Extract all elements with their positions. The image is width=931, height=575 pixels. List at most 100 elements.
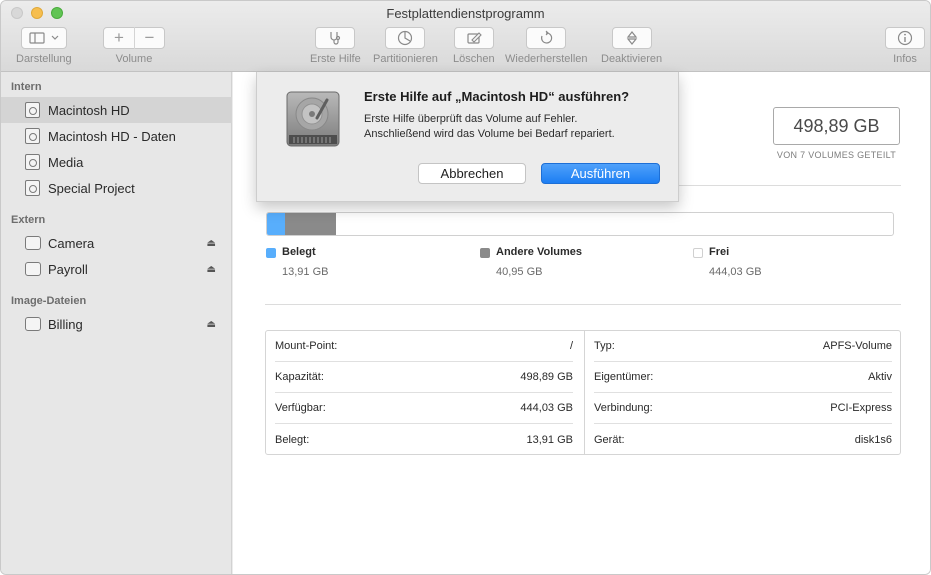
- info-key: Verbindung:: [594, 402, 653, 414]
- sidebar-item-payroll[interactable]: Payroll ⏏: [1, 256, 232, 282]
- usage-other-segment: [284, 213, 336, 235]
- capacity-display: 498,89 GB: [773, 107, 900, 145]
- restore-arrow-icon: [541, 30, 553, 44]
- sidebar-item-label: Payroll: [48, 261, 88, 277]
- info-control: Infos: [885, 27, 925, 65]
- partition-button[interactable]: [385, 27, 426, 49]
- info-icon: [897, 30, 913, 46]
- info-key: Typ:: [594, 340, 615, 352]
- internal-disk-icon: [25, 102, 40, 118]
- hard-drive-icon: [286, 91, 340, 147]
- eject-icon[interactable]: ⏏: [207, 264, 216, 275]
- info-value: APFS-Volume: [822, 340, 892, 352]
- disk-utility-window: Festplattendienstprogramm Darstellung + …: [0, 0, 931, 575]
- legend-used-value: 13,91 GB: [282, 266, 329, 278]
- used-swatch: [266, 248, 276, 258]
- legend-used-name: Belegt: [282, 246, 316, 258]
- add-volume-button[interactable]: +: [104, 27, 134, 49]
- section-image-dateien: Image-Dateien: [11, 295, 87, 307]
- sidebar-item-billing[interactable]: Billing ⏏: [1, 311, 232, 337]
- sidebar-item-label: Media: [48, 154, 84, 170]
- legend-free-name: Frei: [709, 246, 730, 258]
- internal-disk-icon: [25, 154, 40, 170]
- usage-used-segment: [267, 213, 285, 235]
- info-row-owners: Eigentümer: Aktiv: [594, 362, 892, 393]
- sidebar-item-special-project[interactable]: Special Project: [1, 175, 232, 201]
- info-row-device: Gerät: disk1s6: [594, 424, 892, 455]
- unmount-button[interactable]: [611, 27, 652, 49]
- volume-control: + − Volume: [103, 27, 165, 65]
- info-button[interactable]: [885, 27, 925, 49]
- first-aid-button[interactable]: [315, 27, 356, 49]
- info-value: 498,89 GB: [520, 371, 573, 383]
- view-label: Darstellung: [16, 53, 72, 65]
- partition-control: Partitionieren: [373, 27, 438, 65]
- erase-button[interactable]: [453, 27, 494, 49]
- info-value: PCI-Express: [830, 402, 892, 414]
- section-intern: Intern: [11, 81, 42, 93]
- info-row-type: Typ: APFS-Volume: [594, 331, 892, 362]
- internal-disk-icon: [25, 128, 40, 144]
- info-value: disk1s6: [854, 433, 892, 446]
- view-control: Darstellung: [16, 27, 72, 65]
- info-label: Infos: [893, 53, 917, 65]
- info-key: Kapazität:: [275, 371, 324, 383]
- info-key: Belegt:: [275, 433, 310, 446]
- view-button[interactable]: [20, 27, 67, 49]
- usage-bar: [266, 212, 894, 236]
- volume-label: Volume: [115, 53, 153, 65]
- external-disk-icon: [25, 262, 41, 276]
- info-value: /: [569, 340, 573, 352]
- cancel-button[interactable]: Abbrechen: [418, 163, 526, 184]
- sidebar-item-media[interactable]: Media: [1, 149, 232, 175]
- info-key: Gerät:: [594, 433, 625, 446]
- unmount-icon: [626, 31, 637, 45]
- erase-icon: [467, 32, 482, 44]
- info-row-used: Belegt: 13,91 GB: [275, 424, 573, 455]
- dialog-message: Erste Hilfe überprüft das Volume auf Feh…: [364, 112, 664, 142]
- sidebar-view-icon: [29, 32, 59, 44]
- run-button[interactable]: Ausführen: [541, 163, 660, 184]
- toolbar: Festplattendienstprogramm Darstellung + …: [1, 1, 930, 72]
- volume-info-table: Mount-Point: / Kapazität: 498,89 GB Verf…: [265, 330, 901, 455]
- window-title: Festplattendienstprogramm: [386, 6, 545, 21]
- sidebar-item-camera[interactable]: Camera ⏏: [1, 230, 232, 256]
- external-disk-icon: [25, 236, 41, 250]
- erase-label: Löschen: [453, 53, 495, 65]
- section-extern: Extern: [11, 214, 46, 226]
- remove-volume-button[interactable]: −: [134, 27, 164, 49]
- dialog-message-line-1: Erste Hilfe überprüft das Volume auf Feh…: [364, 113, 578, 125]
- info-row-available: Verfügbar: 444,03 GB: [275, 393, 573, 424]
- erase-control: Löschen: [453, 27, 495, 65]
- first-aid-dialog: Erste Hilfe auf „Macintosh HD“ ausführen…: [256, 72, 679, 202]
- info-column-right: Typ: APFS-Volume Eigentümer: Aktiv Verbi…: [584, 331, 902, 454]
- info-row-mount-point: Mount-Point: /: [275, 331, 573, 362]
- free-swatch: [693, 248, 703, 258]
- info-row-connection: Verbindung: PCI-Express: [594, 393, 892, 424]
- restore-button[interactable]: [526, 27, 567, 49]
- legend-other-value: 40,95 GB: [496, 266, 543, 278]
- unmount-control: Deaktivieren: [601, 27, 662, 65]
- sidebar-item-label: Billing: [48, 316, 83, 332]
- info-value: Aktiv: [868, 371, 892, 383]
- eject-icon[interactable]: ⏏: [207, 238, 216, 249]
- sidebar-item-macintosh-hd-daten[interactable]: Macintosh HD - Daten: [1, 123, 232, 149]
- sidebar: Intern Macintosh HD Macintosh HD - Daten…: [1, 72, 232, 574]
- sidebar-item-macintosh-hd[interactable]: Macintosh HD: [1, 97, 232, 123]
- first-aid-control: Erste Hilfe: [310, 27, 361, 65]
- info-key: Verfügbar:: [275, 402, 326, 414]
- sidebar-item-label: Camera: [48, 235, 95, 251]
- info-value: 13,91 GB: [526, 433, 573, 446]
- info-row-capacity: Kapazität: 498,89 GB: [275, 362, 573, 393]
- stethoscope-icon: [330, 32, 341, 45]
- dialog-title: Erste Hilfe auf „Macintosh HD“ ausführen…: [364, 89, 630, 104]
- disk-image-icon: [25, 317, 41, 331]
- eject-icon[interactable]: ⏏: [207, 319, 216, 330]
- restore-control: Wiederherstellen: [505, 27, 588, 65]
- legend-free-value: 444,03 GB: [709, 266, 762, 278]
- info-key: Mount-Point:: [275, 340, 338, 352]
- info-key: Eigentümer:: [594, 371, 654, 383]
- sidebar-item-label: Special Project: [48, 180, 135, 196]
- partition-pie-icon: [398, 30, 413, 46]
- first-aid-label: Erste Hilfe: [310, 53, 361, 65]
